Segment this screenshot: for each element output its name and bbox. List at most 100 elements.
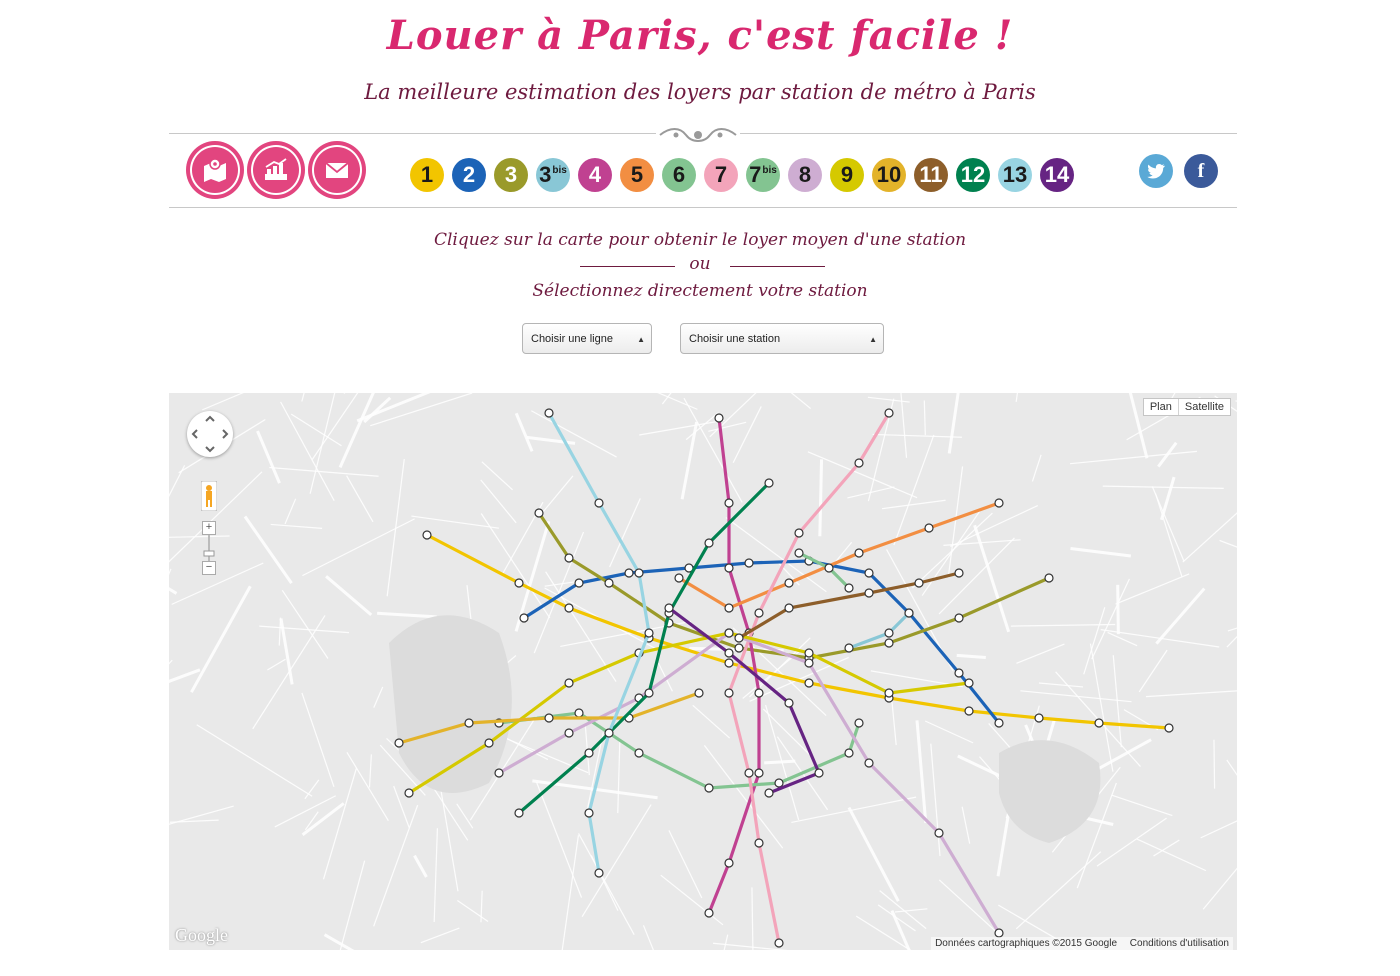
- line-select-value: Choisir une ligne: [531, 333, 613, 345]
- street: [411, 515, 499, 529]
- metro-line-badge[interactable]: 7 bis: [746, 158, 780, 192]
- map-type-plan-button[interactable]: Plan: [1144, 399, 1178, 415]
- metro-map[interactable]: Plan Satellite + − Google Données cartog…: [169, 393, 1237, 950]
- street: [373, 804, 419, 927]
- station-marker: [422, 530, 432, 540]
- station-marker: [734, 643, 744, 653]
- station-marker: [704, 538, 714, 548]
- station-marker: [564, 678, 574, 688]
- metro-line-badge[interactable]: 9: [830, 158, 864, 192]
- metro-line-number: 3: [504, 162, 518, 187]
- metro-line-badge[interactable]: 7: [704, 158, 738, 192]
- street: [368, 754, 372, 788]
- street: [284, 498, 297, 525]
- street: [373, 686, 384, 708]
- metro-line-badge[interactable]: 2: [452, 158, 486, 192]
- street: [657, 393, 698, 410]
- street: [764, 759, 796, 765]
- ornament-icon: [656, 125, 740, 145]
- street: [680, 421, 699, 500]
- metro-line-badge[interactable]: 10: [872, 158, 906, 192]
- street: [1015, 393, 1019, 402]
- street: [346, 475, 374, 523]
- station-marker: [624, 568, 634, 578]
- pan-control[interactable]: [187, 411, 233, 457]
- map-type-satellite-button[interactable]: Satellite: [1177, 399, 1230, 415]
- street: [1154, 493, 1183, 577]
- street: [732, 406, 762, 463]
- station-marker: [1044, 573, 1054, 583]
- street: [171, 562, 264, 605]
- street: [1016, 643, 1065, 664]
- street-view-pegman-icon[interactable]: [200, 480, 218, 512]
- station-marker: [784, 578, 794, 588]
- metro-line-badge[interactable]: 14: [1040, 158, 1074, 192]
- station-marker: [544, 713, 554, 723]
- street: [1226, 635, 1237, 648]
- street: [1100, 629, 1220, 648]
- metro-route-line: [425, 533, 1171, 730]
- street: [190, 585, 252, 693]
- station-marker: [404, 788, 414, 798]
- station-marker: [994, 928, 1004, 938]
- street: [386, 458, 405, 597]
- station-marker: [864, 568, 874, 578]
- station-marker: [724, 648, 734, 658]
- contact-button[interactable]: [312, 145, 362, 195]
- twitter-button[interactable]: [1139, 154, 1173, 188]
- line-select[interactable]: Choisir une ligne ▲: [522, 323, 652, 354]
- metro-line-badge[interactable]: 5: [620, 158, 654, 192]
- metro-line-badge[interactable]: 11: [914, 158, 948, 192]
- terms-link[interactable]: Conditions d'utilisation: [1130, 938, 1229, 949]
- station-marker: [754, 768, 764, 778]
- select-arrows-icon: ▲: [637, 335, 645, 344]
- street: [514, 412, 534, 452]
- twitter-icon: [1147, 163, 1165, 179]
- street: [900, 393, 908, 458]
- street: [692, 704, 731, 739]
- street: [433, 828, 439, 922]
- street: [1160, 476, 1176, 521]
- metro-line-number: 8: [798, 162, 812, 187]
- street: [911, 512, 993, 589]
- zoom-in-button[interactable]: +: [202, 521, 216, 535]
- map-canvas[interactable]: [169, 393, 1237, 950]
- station-marker: [784, 698, 794, 708]
- map-button[interactable]: [190, 145, 240, 195]
- station-select[interactable]: Choisir une station ▲: [680, 323, 884, 354]
- metro-line-badge[interactable]: 1: [410, 158, 444, 192]
- street: [420, 927, 460, 944]
- metro-line-badge[interactable]: 3: [494, 158, 528, 192]
- metro-line-badge[interactable]: 8: [788, 158, 822, 192]
- metro-line-badge[interactable]: 6: [662, 158, 696, 192]
- station-marker: [664, 603, 674, 613]
- station-marker: [854, 718, 864, 728]
- metro-line-number: 1: [420, 162, 434, 187]
- station-marker: [534, 508, 544, 518]
- instruction-click-map: Cliquez sur la carte pour obtenir le loy…: [433, 230, 967, 250]
- street: [938, 879, 998, 933]
- station-marker: [914, 578, 924, 588]
- street: [169, 587, 178, 595]
- metro-line-number: 4: [588, 162, 602, 187]
- station-marker: [494, 768, 504, 778]
- street: [923, 400, 926, 436]
- metro-line-badge[interactable]: 12: [956, 158, 990, 192]
- station-marker: [804, 658, 814, 668]
- street: [1235, 400, 1237, 402]
- stats-button[interactable]: [251, 145, 301, 195]
- metro-line-badge[interactable]: 4: [578, 158, 612, 192]
- street: [302, 518, 415, 577]
- facebook-button[interactable]: f: [1184, 154, 1218, 188]
- metro-line-badge[interactable]: 13: [998, 158, 1032, 192]
- station-marker: [564, 603, 574, 613]
- metro-line-badge[interactable]: 3 bis: [536, 158, 570, 192]
- zoom-out-button[interactable]: −: [202, 561, 216, 575]
- zoom-slider[interactable]: [202, 535, 216, 561]
- station-marker: [514, 808, 524, 818]
- street: [924, 720, 974, 744]
- street: [818, 459, 824, 537]
- station-marker: [634, 748, 644, 758]
- station-marker: [394, 738, 404, 748]
- street: [481, 461, 513, 491]
